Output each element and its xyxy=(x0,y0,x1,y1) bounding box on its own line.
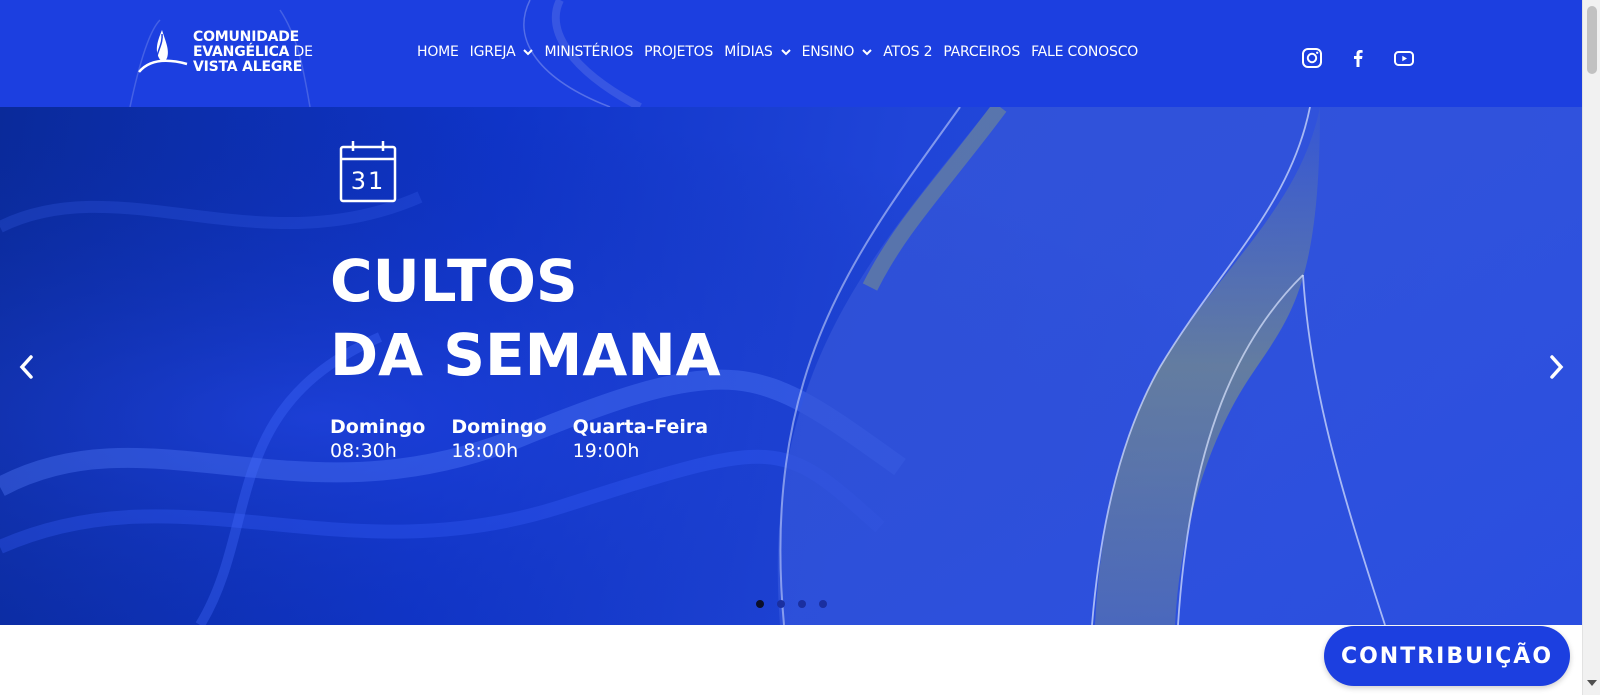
hero-title-line-2: DA SEMANA xyxy=(330,321,721,389)
logo-line-2: EVANGÉLICA DE xyxy=(193,43,313,60)
schedule-item: Domingo 18:00h xyxy=(451,415,546,463)
nav-item-label: PARCEIROS xyxy=(943,44,1021,60)
chevron-down-icon xyxy=(862,49,872,56)
logo-line-3: VISTA ALEGRE xyxy=(193,58,303,75)
slider-dot-3[interactable] xyxy=(798,600,806,608)
site-header: COMUNIDADE EVANGÉLICA DE VISTA ALEGRE HO… xyxy=(0,0,1582,107)
scrollbar-thumb[interactable] xyxy=(1587,6,1597,74)
calendar-icon: 31 xyxy=(339,141,397,203)
hero-title: CULTOS DA SEMANA xyxy=(330,244,721,392)
nav-item-label: MINISTÉRIOS xyxy=(544,44,634,60)
facebook-icon xyxy=(1354,50,1363,67)
slider-prev-button[interactable] xyxy=(12,347,42,387)
nav-item-label: IGREJA xyxy=(469,44,516,60)
nav-item-label: MÍDIAS xyxy=(724,44,773,60)
logo-wordmark: COMUNIDADE EVANGÉLICA DE VISTA ALEGRE xyxy=(193,28,313,75)
nav-item-fale-conosco[interactable]: FALE CONOSCO xyxy=(1031,44,1138,60)
nav-item-parceiros[interactable]: PARCEIROS xyxy=(943,44,1020,60)
schedule-time: 08:30h xyxy=(330,440,397,462)
hero-background-art xyxy=(0,107,1582,625)
schedule-day: Domingo xyxy=(451,416,547,438)
youtube-link[interactable] xyxy=(1392,46,1416,70)
service-schedule: Domingo 08:30h Domingo 18:00h Quarta-Fei… xyxy=(330,415,734,463)
slider-dot-1[interactable] xyxy=(756,600,764,608)
logo-line-2-thin: DE xyxy=(289,43,313,60)
schedule-day: Quarta-Feira xyxy=(572,416,709,438)
site-logo[interactable]: COMUNIDADE EVANGÉLICA DE VISTA ALEGRE xyxy=(137,28,313,76)
chevron-right-icon xyxy=(1550,355,1564,379)
scroll-down-arrow-icon[interactable] xyxy=(1587,680,1597,686)
contribuicao-button[interactable]: CONTRIBUIÇÃO xyxy=(1324,626,1570,686)
instagram-link[interactable] xyxy=(1300,46,1324,70)
hero-title-line-1: CULTOS xyxy=(330,247,578,315)
nav-item-label: HOME xyxy=(417,44,459,60)
page: COMUNIDADE EVANGÉLICA DE VISTA ALEGRE HO… xyxy=(0,0,1600,695)
slider-next-button[interactable] xyxy=(1541,347,1571,387)
chevron-down-icon xyxy=(780,49,791,56)
chevron-left-icon xyxy=(19,355,33,379)
nav-item-label: ATOS 2 xyxy=(883,44,933,60)
schedule-item: Quarta-Feira 19:00h xyxy=(573,415,708,463)
nav-item-home[interactable]: HOME xyxy=(417,44,459,60)
schedule-time: 19:00h xyxy=(572,440,640,462)
logo-line-2-bold: EVANGÉLICA xyxy=(193,43,290,60)
main-nav: HOME IGREJA MINISTÉRIOS PROJETOS MÍDIAS … xyxy=(417,44,1149,60)
facebook-link[interactable] xyxy=(1346,46,1370,70)
nav-item-ministerios[interactable]: MINISTÉRIOS xyxy=(544,44,633,60)
nav-item-label: ENSINO xyxy=(801,44,855,60)
page-scrollbar[interactable] xyxy=(1582,0,1600,695)
nav-item-igreja[interactable]: IGREJA xyxy=(470,44,534,60)
youtube-icon xyxy=(1394,51,1414,66)
hero-slider: 31 CULTOS DA SEMANA Domingo 08:30h Domin… xyxy=(0,107,1582,625)
chevron-down-icon xyxy=(523,49,534,56)
nav-item-midias[interactable]: MÍDIAS xyxy=(724,44,791,60)
schedule-time: 18:00h xyxy=(451,440,519,462)
flame-logo-icon xyxy=(138,30,188,73)
nav-item-projetos[interactable]: PROJETOS xyxy=(644,44,713,60)
schedule-item: Domingo 08:30h xyxy=(330,415,425,463)
schedule-day: Domingo xyxy=(330,416,426,438)
instagram-icon xyxy=(1302,48,1322,68)
logo-line-1: COMUNIDADE xyxy=(193,28,300,45)
nav-item-ensino[interactable]: ENSINO xyxy=(802,44,873,60)
nav-item-label: FALE CONOSCO xyxy=(1031,44,1139,60)
nav-item-atos-2[interactable]: ATOS 2 xyxy=(883,44,932,60)
slider-dot-4[interactable] xyxy=(819,600,827,608)
slider-pagination xyxy=(756,600,840,608)
calendar-day: 31 xyxy=(351,167,386,195)
nav-item-label: PROJETOS xyxy=(644,44,714,60)
slider-dot-2[interactable] xyxy=(777,600,785,608)
